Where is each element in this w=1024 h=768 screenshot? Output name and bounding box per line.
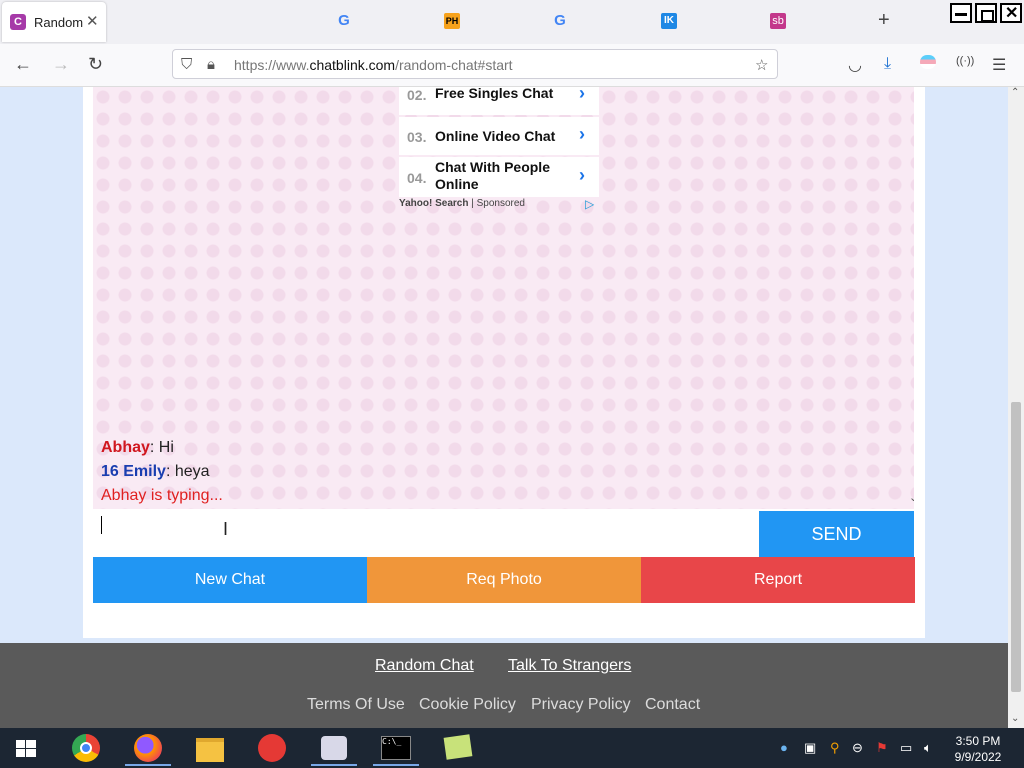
tray-volume-icon[interactable]: 🔈︎ xyxy=(924,740,932,756)
tray-flag-icon[interactable]: ⚑ xyxy=(876,740,888,756)
tab-bar: C Random c ✕ G PH G IK sb + ✕ xyxy=(0,0,1024,44)
shield-icon[interactable]: ⛉ xyxy=(181,56,192,73)
ibeam-cursor-icon: I xyxy=(223,519,229,539)
minimize-icon[interactable] xyxy=(950,3,972,23)
ad-footer: Yahoo! Search | Sponsored xyxy=(399,198,525,209)
close-window-icon[interactable]: ✕ xyxy=(1000,3,1022,23)
tab-ik[interactable]: IK xyxy=(661,13,677,29)
tab-google-2[interactable]: G xyxy=(552,13,568,29)
taskbar: C:\_ ● ▣ ⚲ ⊖ ⚑ ▭ 🔈︎ 3:50 PM 9/9/2022 xyxy=(0,728,1024,768)
ad-item[interactable]: 04. Chat With People Online › xyxy=(399,157,599,197)
extension-icon[interactable]: ((·)) xyxy=(956,55,974,67)
ad-item-label: Chat With People Online xyxy=(435,159,550,192)
extension-flag-icon[interactable] xyxy=(920,55,936,69)
footer-link-terms[interactable]: Terms Of Use xyxy=(307,696,405,714)
lock-icon[interactable]: 🔒︎ xyxy=(207,56,215,73)
download-icon[interactable]: ⤓ xyxy=(884,55,891,73)
restore-icon[interactable] xyxy=(975,3,997,23)
command-prompt-icon[interactable]: C:\_ xyxy=(373,732,419,766)
send-button[interactable]: SEND xyxy=(759,511,914,557)
footer-link-talk-to-strangers[interactable]: Talk To Strangers xyxy=(508,657,631,675)
reload-icon[interactable]: ↻ xyxy=(88,54,103,75)
message-text: : heya xyxy=(165,463,210,480)
tray-network-icon[interactable]: ● xyxy=(780,740,788,755)
clock-time: 3:50 PM xyxy=(955,734,1001,748)
sticky-notes-icon[interactable] xyxy=(435,732,481,766)
text-caret xyxy=(101,516,102,534)
tab-random-chat[interactable]: C Random c ✕ xyxy=(2,2,106,42)
menu-icon[interactable]: ☰ xyxy=(992,55,1006,75)
windows-start-icon[interactable] xyxy=(16,740,36,758)
tab-title: Random c xyxy=(34,15,84,30)
scroll-down-arrow-icon[interactable]: ⌄ xyxy=(1011,713,1019,724)
chat-message: 16 Emily: heya xyxy=(101,463,210,481)
chrome-icon[interactable] xyxy=(63,732,109,766)
chevron-right-icon: › xyxy=(579,165,585,185)
sender-name: 16 Emily xyxy=(101,463,166,480)
tab-sb[interactable]: sb xyxy=(770,13,786,29)
adchoices-icon[interactable]: ▷ xyxy=(585,197,594,211)
site-footer: Random Chat Talk To Strangers Terms Of U… xyxy=(0,643,1008,728)
typing-indicator: Abhay is typing... xyxy=(101,487,223,504)
url-text: https://www.chatblink.com/random-chat#st… xyxy=(234,57,513,73)
report-button[interactable]: Report xyxy=(641,557,915,603)
ad-item-number: 03. xyxy=(407,129,427,145)
scrollbar-thumb[interactable] xyxy=(1011,402,1021,692)
message-input[interactable] xyxy=(93,511,759,557)
tray-display-icon[interactable]: ▭ xyxy=(900,740,912,756)
req-photo-button[interactable]: Req Photo xyxy=(367,557,641,603)
taskbar-clock[interactable]: 3:50 PM 9/9/2022 xyxy=(948,733,1008,765)
chevron-right-icon: › xyxy=(579,124,585,144)
ad-item-label: Online Video Chat xyxy=(435,128,556,144)
ad-item[interactable]: 03. Online Video Chat › xyxy=(399,117,599,155)
nav-bar: ← → ↻ ⛉ 🔒︎ https://www.chatblink.com/ran… xyxy=(0,44,1024,87)
tray-app-icon[interactable]: ▣ xyxy=(804,740,816,756)
tab-close-icon[interactable]: ✕ xyxy=(86,12,99,30)
footer-link-cookie-policy[interactable]: Cookie Policy xyxy=(419,696,516,714)
tab-ph[interactable]: PH xyxy=(444,13,460,29)
chevron-right-icon: › xyxy=(579,87,585,103)
chatblink-favicon-icon: C xyxy=(10,14,26,30)
sender-name: Abhay xyxy=(101,439,150,456)
chat-message: Abhay: Hi xyxy=(101,439,174,457)
footer-link-contact[interactable]: Contact xyxy=(645,696,700,714)
footer-link-privacy-policy[interactable]: Privacy Policy xyxy=(531,696,631,714)
new-chat-button[interactable]: New Chat xyxy=(93,557,367,603)
back-icon[interactable]: ← xyxy=(14,54,32,75)
url-bar[interactable]: ⛉ 🔒︎ https://www.chatblink.com/random-ch… xyxy=(172,49,778,79)
footer-link-random-chat[interactable]: Random Chat xyxy=(375,657,474,675)
page: 02. Free Singles Chat › 03. Online Video… xyxy=(0,87,1008,643)
ad-item-label: Free Singles Chat xyxy=(435,87,554,101)
clock-date: 9/9/2022 xyxy=(954,750,1002,764)
chat-log[interactable]: 02. Free Singles Chat › 03. Online Video… xyxy=(93,87,914,509)
message-text: : Hi xyxy=(149,439,174,456)
composer: I SEND xyxy=(93,511,914,557)
forward-icon[interactable]: → xyxy=(52,54,70,75)
bookmark-star-icon[interactable]: ☆ xyxy=(755,56,768,74)
chat-container: 02. Free Singles Chat › 03. Online Video… xyxy=(83,87,925,638)
firefox-icon[interactable] xyxy=(125,732,171,766)
ad-item[interactable]: 02. Free Singles Chat › xyxy=(399,87,599,115)
pocket-icon[interactable]: ◡ xyxy=(848,55,862,75)
scroll-down-icon[interactable]: ⌄ xyxy=(909,491,914,504)
ad-item-number: 02. xyxy=(407,87,427,103)
scroll-up-icon[interactable]: ⌃ xyxy=(1011,87,1019,98)
tray-minus-icon[interactable]: ⊖ xyxy=(852,740,863,756)
tab-google-1[interactable]: G xyxy=(336,13,352,29)
sponsored-ad: 02. Free Singles Chat › 03. Online Video… xyxy=(399,87,599,212)
page-scrollbar[interactable]: ⌃ ⌄ xyxy=(1008,87,1024,728)
new-tab-icon[interactable]: + xyxy=(878,9,890,32)
file-explorer-icon[interactable] xyxy=(187,732,233,766)
paint-app-icon[interactable] xyxy=(249,732,295,766)
snipping-tool-icon[interactable] xyxy=(311,732,357,766)
ad-item-number: 04. xyxy=(407,170,427,186)
tray-search-icon[interactable]: ⚲ xyxy=(830,740,840,756)
